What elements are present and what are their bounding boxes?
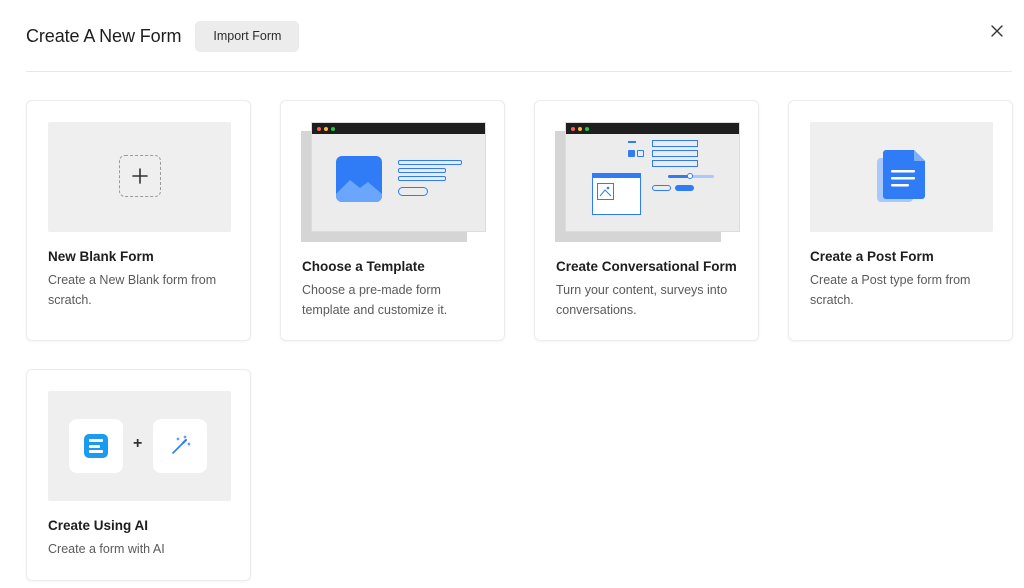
window-dot-yellow	[324, 126, 328, 131]
card-description: Create a New Blank form from scratch.	[48, 273, 217, 307]
card-description: Turn your content, surveys into conversa…	[556, 283, 728, 317]
mini-checkbox-checked	[628, 150, 635, 157]
card-title: Create Using AI	[48, 518, 149, 533]
new-blank-form-card[interactable]: New Blank Form Create a New Blank form f…	[26, 100, 251, 341]
fluent-logo-tile	[69, 419, 123, 473]
plus-icon	[119, 155, 161, 197]
modal-header: Create A New Form Import Form	[26, 18, 1012, 54]
close-icon[interactable]	[986, 20, 1008, 42]
template-line	[398, 176, 446, 181]
card-title: New Blank Form	[48, 249, 154, 264]
mini-field	[652, 140, 698, 147]
card-description: Create a form with AI	[48, 542, 165, 556]
browser-mockup	[311, 122, 486, 232]
image-icon	[336, 156, 382, 202]
template-line	[398, 168, 446, 173]
document-icon	[877, 148, 927, 206]
create-using-ai-card[interactable]: + Create Using AI Create a form with AI	[26, 369, 251, 581]
mini-image-window	[592, 173, 641, 215]
logo-stripe	[89, 439, 103, 442]
browser-titlebar	[566, 123, 739, 134]
template-button	[398, 187, 428, 196]
import-form-button[interactable]: Import Form	[195, 20, 300, 52]
browser-titlebar	[312, 123, 485, 134]
logo-stripe	[89, 450, 103, 453]
image-icon	[597, 183, 614, 200]
plus-sign: +	[133, 435, 143, 452]
mini-field	[652, 150, 698, 157]
ai-thumbnail: +	[48, 391, 231, 501]
card-title: Create a Post Form	[810, 249, 934, 264]
window-dot-green	[331, 126, 335, 131]
window-dot-green	[585, 126, 589, 131]
magic-wand-tile	[153, 419, 207, 473]
modal-title: Create A New Form	[26, 25, 182, 46]
mini-label	[628, 141, 636, 143]
template-line	[398, 160, 462, 165]
magic-wand-icon	[172, 435, 191, 454]
window-dot-red	[571, 126, 575, 131]
header-divider	[26, 71, 1012, 72]
mini-checkbox	[637, 150, 644, 157]
mini-slider-thumb	[687, 173, 693, 179]
window-dot-red	[317, 126, 321, 131]
window-dot-yellow	[578, 126, 582, 131]
mini-window-bar	[593, 174, 640, 178]
card-title: Choose a Template	[302, 259, 425, 274]
fluent-forms-logo-icon	[84, 434, 108, 458]
mini-button-filled	[675, 185, 694, 191]
browser-mockup	[565, 122, 740, 232]
post-form-card[interactable]: Create a Post Form Create a Post type fo…	[788, 100, 1013, 341]
mini-field	[652, 160, 698, 167]
conversational-form-card[interactable]: Create Conversational Form Turn your con…	[534, 100, 759, 341]
mini-button-outline	[652, 185, 671, 191]
logo-stripe	[89, 444, 100, 448]
card-description: Create a Post type form from scratch.	[810, 273, 971, 307]
card-description: Choose a pre-made form template and cust…	[302, 283, 448, 317]
create-form-modal: Create A New Form Import Form New Blank …	[0, 0, 1024, 588]
post-form-thumbnail	[810, 122, 993, 232]
card-title: Create Conversational Form	[556, 259, 737, 274]
choose-template-card[interactable]: Choose a Template Choose a pre-made form…	[280, 100, 505, 341]
blank-form-thumbnail	[48, 122, 231, 232]
